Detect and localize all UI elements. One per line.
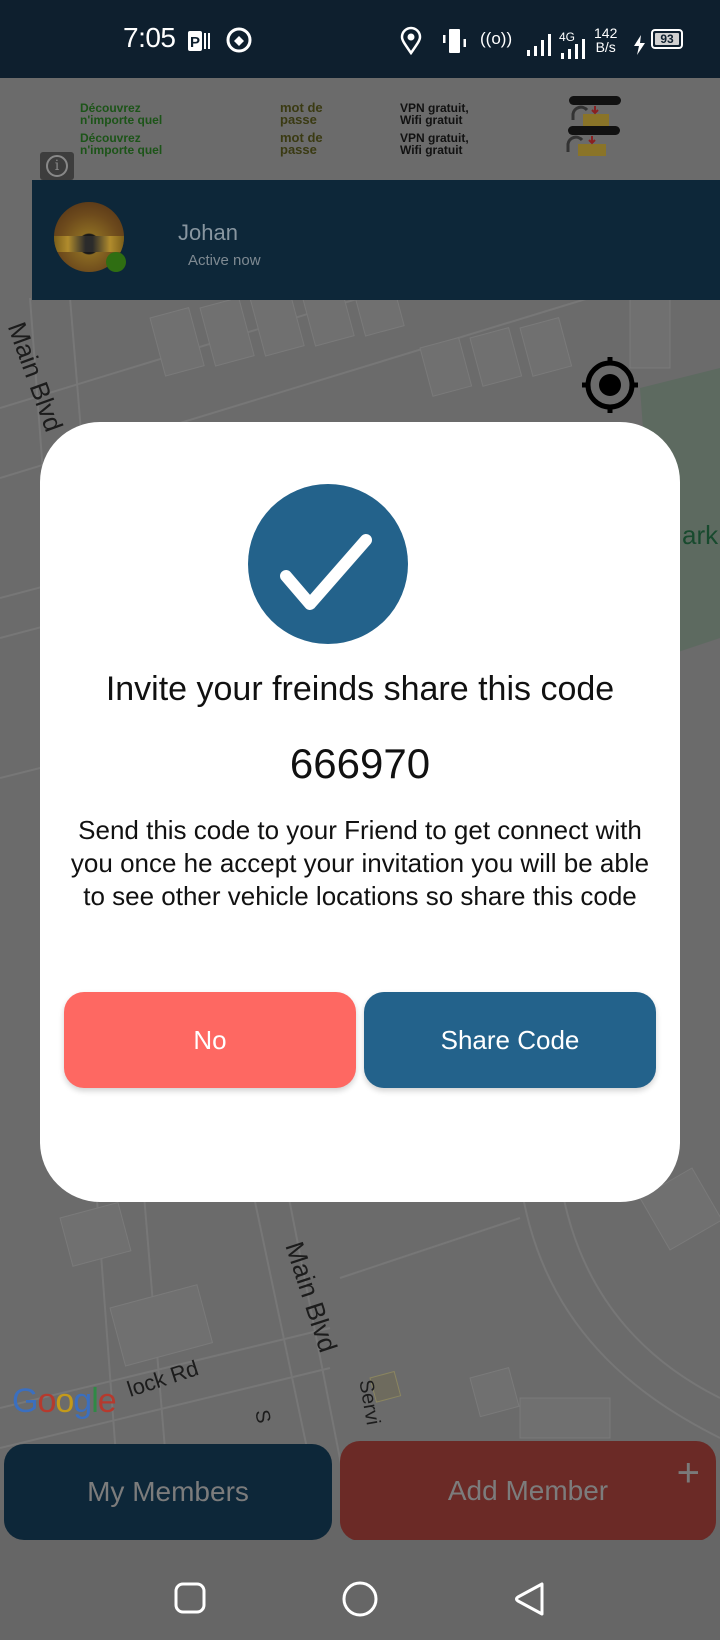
network-speed-unit: B/s — [595, 39, 616, 55]
signal-icon — [527, 34, 551, 56]
ad-text: mot de passe — [280, 100, 323, 127]
charging-icon — [634, 35, 645, 55]
recents-icon[interactable] — [172, 1580, 208, 1616]
plus-icon: + — [676, 1451, 700, 1495]
google-logo-letter: o — [55, 1382, 74, 1420]
ad-text: VPN gratuit, Wifi gratuit — [400, 101, 469, 127]
park-label: ark — [682, 520, 719, 550]
back-icon[interactable] — [512, 1580, 548, 1618]
ad-info-button[interactable]: i — [40, 152, 74, 180]
add-member-label: Add Member — [447, 1475, 609, 1506]
google-logo: Google — [12, 1382, 117, 1421]
dialog-message: Send this code to your Friend to get con… — [70, 815, 650, 911]
ad-text: VPN gratuit, Wifi gratuit — [400, 131, 469, 157]
parking-app-icon: P — [188, 31, 210, 51]
user-name: Johan — [178, 220, 238, 245]
location-icon — [400, 26, 422, 56]
network-speed-value: 142 — [594, 25, 618, 41]
my-location-icon[interactable] — [580, 355, 640, 415]
user-status: Active now — [188, 252, 261, 269]
share-code-button[interactable]: Share Code — [364, 992, 656, 1088]
no-button[interactable]: No — [64, 992, 356, 1088]
ad-banner[interactable]: Découvrez n'importe quel mot de passe VPN … — [0, 78, 720, 180]
ad-row: Découvrez n'importe quel mot de passe VPN … — [80, 100, 570, 127]
info-icon: i — [46, 155, 68, 177]
ad-text: mot de passe — [280, 130, 323, 157]
success-check-icon — [248, 484, 408, 644]
svg-text:P: P — [190, 34, 200, 51]
google-logo-letter: g — [73, 1382, 92, 1420]
wifi-lock-icon — [569, 96, 621, 126]
user-card[interactable]: Johan Active now — [32, 180, 720, 300]
wifi-lock-icon — [566, 126, 620, 156]
online-status-dot — [106, 252, 126, 272]
my-members-label: My Members — [87, 1476, 249, 1507]
ad-text: Découvrez n'importe quel — [80, 131, 163, 157]
google-logo-letter: e — [97, 1382, 117, 1420]
dialog-title: Invite your freinds share this code — [105, 670, 615, 708]
q-app-icon — [226, 27, 252, 53]
home-icon[interactable] — [340, 1580, 380, 1618]
battery-icon: 93 — [651, 29, 683, 49]
battery-level: 93 — [655, 33, 679, 45]
add-member-button[interactable]: Add Member + — [340, 1441, 716, 1541]
google-logo-letter: o — [37, 1382, 56, 1420]
ad-row: Découvrez n'importe quel mot de passe VPN … — [80, 130, 570, 157]
my-members-button[interactable]: My Members — [4, 1444, 332, 1540]
google-logo-letter: G — [12, 1382, 38, 1420]
network-speed: 142 B/s — [594, 24, 617, 56]
vibrate-icon — [443, 29, 466, 53]
signal-4g-icon — [561, 39, 585, 59]
status-bar: 7:05 P ((ο)) 4G 142 B/s 93 — [0, 0, 720, 78]
status-time: 7:05 — [123, 22, 176, 53]
ad-text: Découvrez n'importe quel — [80, 101, 163, 127]
invite-code: 666970 — [289, 740, 431, 787]
invite-dialog: Invite your freinds share this code 6669… — [40, 422, 680, 1202]
hotspot-icon: ((ο)) — [480, 29, 513, 48]
